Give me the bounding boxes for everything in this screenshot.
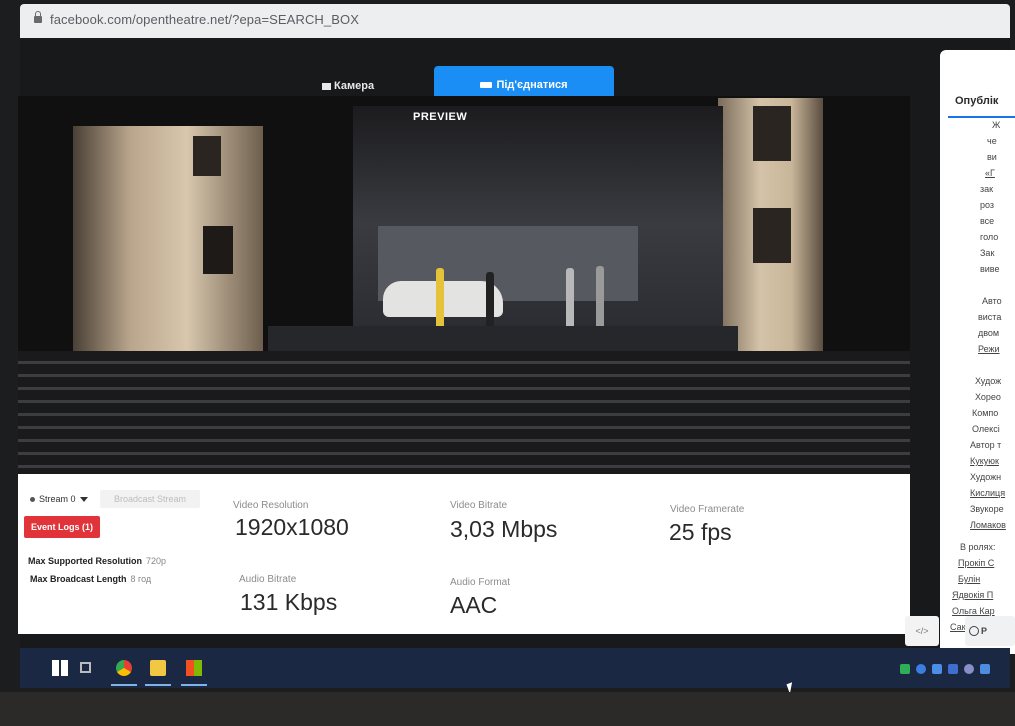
max-resolution-value: 720p — [146, 556, 167, 566]
stage-floor — [268, 326, 738, 351]
sidebar-text-line: двом — [978, 328, 1000, 338]
plug-icon — [480, 82, 493, 89]
windows-start-icon[interactable] — [52, 660, 68, 676]
stream-stats-panel: Stream 0 Broadcast Stream Event Logs (1)… — [18, 474, 910, 634]
sidebar-text-line: Зак — [980, 248, 995, 258]
embed-code-button[interactable]: </> — [905, 616, 939, 646]
tray-app-icon[interactable] — [964, 664, 974, 674]
store-icon[interactable] — [186, 660, 202, 676]
actor-figure — [566, 268, 574, 328]
chrome-icon[interactable] — [116, 660, 132, 676]
lock-icon — [34, 11, 42, 23]
actor-figure — [596, 266, 604, 328]
camera-label: Камера — [334, 80, 375, 92]
max-resolution-label: Max Supported Resolution — [28, 556, 143, 566]
sidebar-text-line: зак — [980, 184, 994, 194]
sidebar-text-line: виста — [978, 312, 1002, 322]
chevron-down-icon — [79, 497, 88, 503]
post-sidebar: Опублік Жче ви «Г зак роз все голо Зак виве Авто в… — [940, 50, 1015, 654]
task-view-icon[interactable] — [80, 662, 91, 673]
browser-address-bar[interactable]: facebook.com/opentheatre.net/?epa=SEARCH… — [20, 4, 1010, 38]
auditorium-seats — [18, 351, 910, 474]
video-bitrate-value: 3,03 Mbps — [450, 516, 558, 542]
url-text: facebook.com/opentheatre.net/?epa=SEARCH… — [50, 12, 360, 27]
sidebar-text-line[interactable]: Прокіп С — [958, 558, 994, 568]
sidebar-text-line: голо — [980, 232, 999, 242]
max-length-row: Max Broadcast Length 8 год — [30, 574, 151, 584]
sidebar-text-line: Худож — [975, 376, 1002, 386]
sidebar-text-line: ви — [987, 152, 997, 162]
actor-figure — [436, 268, 444, 330]
stream-dot-icon — [30, 497, 35, 503]
sidebar-text-line[interactable]: Ольга Кар — [952, 606, 995, 616]
video-bitrate-label: Video Bitrate — [450, 500, 508, 511]
sidebar-text-line[interactable]: Кислиця — [970, 488, 1005, 498]
tray-app-icon[interactable] — [932, 664, 942, 674]
audio-format-label: Audio Format — [450, 577, 511, 588]
sidebar-text-line: В ролях: — [960, 542, 996, 552]
max-length-value: 8 год — [130, 574, 152, 584]
sidebar-title: Опублік — [955, 95, 999, 107]
stream-select[interactable]: Stream 0 — [30, 494, 88, 504]
camera-button[interactable]: Камера — [322, 80, 374, 92]
connect-label: Під'єднатися — [496, 79, 568, 91]
sidebar-text-line: Художн — [970, 472, 1002, 482]
sidebar-text-line[interactable]: Ломаков — [970, 520, 1006, 530]
schedule-button[interactable]: P — [965, 616, 1015, 646]
audio-bitrate-label: Audio Bitrate — [239, 574, 297, 585]
max-length-label: Max Broadcast Length — [30, 574, 127, 584]
stream-select-label: Stream 0 — [39, 494, 76, 504]
actor-figure — [486, 272, 494, 330]
video-framerate-label: Video Framerate — [670, 504, 745, 515]
sidebar-text-line: Ж — [992, 120, 1001, 130]
sidebar-text-line: Хорео — [975, 392, 1001, 402]
sidebar-text-line[interactable]: Режи — [978, 344, 1000, 354]
sidebar-text-line: роз — [980, 200, 995, 210]
sidebar-text-line: Компо — [972, 408, 999, 418]
clock-icon — [969, 626, 979, 636]
windows-taskbar — [20, 648, 1010, 688]
sidebar-text-line[interactable]: Ядвокія П — [952, 590, 993, 600]
tab-underline — [948, 116, 1015, 118]
audio-format-value: AAC — [450, 592, 498, 618]
video-preview — [18, 96, 910, 474]
audio-bitrate-value: 131 Kbps — [240, 589, 338, 615]
camera-icon — [322, 82, 331, 90]
broadcast-stream-button[interactable]: Broadcast Stream — [100, 490, 200, 508]
sidebar-text-line: Звукоре — [970, 504, 1004, 514]
sidebar-text-line: Олексі — [972, 424, 1000, 434]
tray-app-icon[interactable] — [916, 664, 926, 674]
sidebar-text-line[interactable]: Кукуюк — [970, 456, 999, 466]
preview-label: PREVIEW — [413, 111, 468, 123]
sidebar-text-line: Авто — [982, 296, 1002, 306]
file-explorer-icon[interactable] — [150, 660, 166, 676]
tray-app-icon[interactable] — [900, 664, 910, 674]
event-logs-button[interactable]: Event Logs (1) — [24, 516, 100, 538]
sidebar-text-line: Автор т — [970, 440, 1002, 450]
tray-app-icon[interactable] — [980, 664, 990, 674]
sidebar-text-line: виве — [980, 264, 1000, 274]
video-resolution-label: Video Resolution — [233, 500, 309, 511]
sidebar-text-line[interactable]: «Г — [985, 168, 995, 178]
tray-app-icon[interactable] — [948, 664, 958, 674]
video-framerate-value: 25 fps — [669, 519, 732, 545]
schedule-button-label: P — [981, 626, 988, 636]
sidebar-text-line[interactable]: Булін — [958, 574, 980, 584]
monitor-bezel — [0, 692, 1015, 726]
sidebar-text-line: че — [987, 136, 997, 146]
video-resolution-value: 1920x1080 — [235, 514, 349, 540]
sidebar-text-line: все — [980, 216, 995, 226]
max-resolution-row: Max Supported Resolution 720p — [28, 556, 166, 566]
